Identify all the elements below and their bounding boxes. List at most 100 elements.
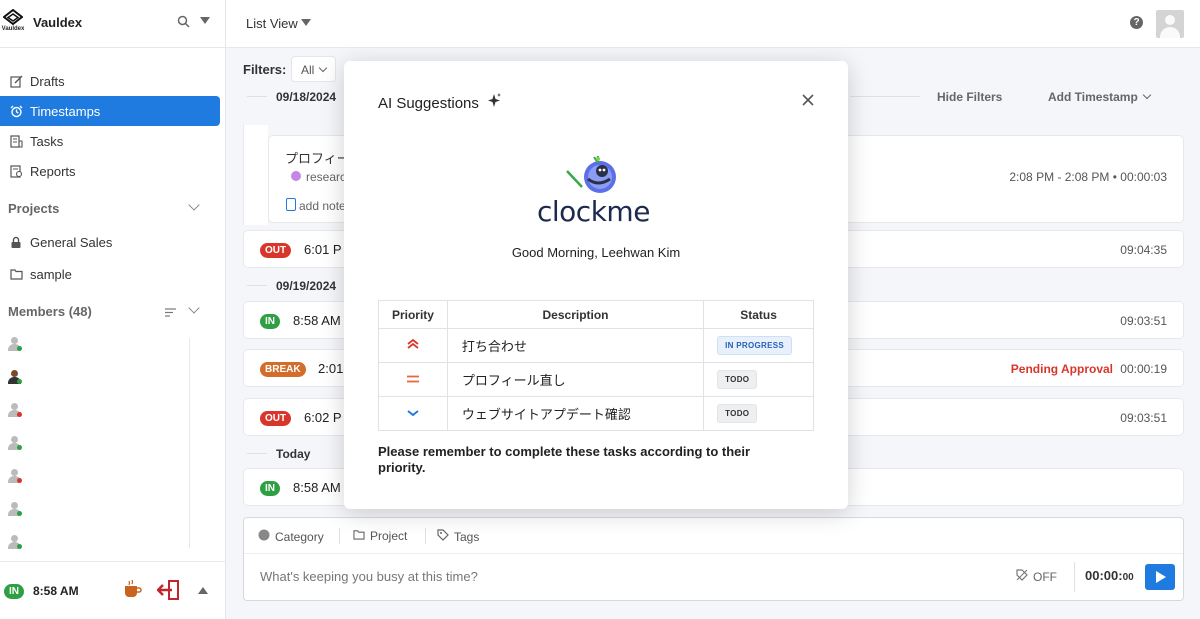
alarm-clock-icon <box>8 103 24 119</box>
workspace-dropdown-icon[interactable] <box>200 17 210 24</box>
sidebar-item-drafts[interactable]: Drafts <box>0 66 220 96</box>
members-section-title: Members (48) <box>8 304 92 319</box>
status-cell: IN PROGRESS <box>703 328 814 363</box>
entry-title: プロフィー <box>285 151 350 166</box>
member-avatar[interactable] <box>7 336 23 352</box>
clock-out-icon[interactable] <box>156 579 181 604</box>
entry-duration: 00:00:19 <box>1120 362 1167 376</box>
sort-icon[interactable] <box>165 305 176 320</box>
sidebar-item-timestamps[interactable]: Timestamps <box>0 96 220 126</box>
table-row[interactable]: 打ち合わせ IN PROGRESS <box>378 328 814 363</box>
timer-main: 00:00: <box>1085 568 1123 583</box>
priority-high-icon <box>406 338 420 353</box>
entry-duration: 09:04:35 <box>1120 243 1167 257</box>
lock-icon <box>8 234 24 250</box>
report-icon <box>8 163 24 179</box>
filters-label: Filters: <box>243 62 287 77</box>
member-avatar[interactable] <box>7 534 23 550</box>
status-cell: TODO <box>703 362 814 397</box>
entry-duration: 09:03:51 <box>1120 411 1167 425</box>
entry-time: 8:58 AM <box>293 313 341 328</box>
entry-duration: 09:03:51 <box>1120 314 1167 328</box>
entry-time: 8:58 AM <box>293 480 341 495</box>
billable-toggle[interactable]: OFF <box>1016 569 1057 584</box>
close-icon[interactable] <box>800 92 816 108</box>
composer-toolbar: Category Project Tags <box>244 518 1183 554</box>
entry-time: 6:02 P <box>304 410 342 425</box>
hide-filters-button[interactable]: Hide Filters <box>937 90 1002 104</box>
add-note-link[interactable]: add note <box>299 199 346 213</box>
status-badge: TODO <box>717 404 758 423</box>
view-dropdown-icon[interactable] <box>301 19 311 26</box>
status-badge: IN <box>260 481 280 496</box>
suggestions-table: Priority Description Status 打ち合わせ IN PRO… <box>378 300 814 431</box>
help-icon[interactable]: ? <box>1130 16 1143 29</box>
status-badge: OUT <box>260 411 292 426</box>
status-cell: TODO <box>703 396 814 431</box>
activity-input[interactable]: What's keeping you busy at this time? <box>260 569 478 584</box>
divider <box>247 96 267 97</box>
ai-suggestions-modal: AI Suggestions clockme Good Morning, Lee… <box>344 61 848 509</box>
priority-column-header: Priority <box>378 300 448 329</box>
projects-section-title: Projects <box>8 201 60 216</box>
priority-low-icon <box>406 406 420 421</box>
status-badge: IN <box>260 314 280 329</box>
member-avatar[interactable] <box>7 501 23 517</box>
category-selector[interactable]: Category <box>258 529 324 544</box>
date-header: 09/18/2024 <box>276 90 337 104</box>
user-avatar[interactable] <box>1156 10 1184 38</box>
project-label: Project <box>370 529 408 543</box>
start-timer-button[interactable] <box>1145 564 1175 590</box>
pending-approval-status: Pending Approval <box>1010 362 1113 376</box>
tags-selector[interactable]: Tags <box>437 529 479 544</box>
member-avatar[interactable] <box>7 369 23 385</box>
table-row[interactable]: プロフィール直し TODO <box>378 362 814 397</box>
task-description: 打ち合わせ <box>446 328 705 363</box>
date-header: Today <box>276 447 311 461</box>
timer-display: 00:00:00 <box>1085 568 1134 583</box>
member-avatar[interactable] <box>7 402 23 418</box>
priority-cell <box>378 328 448 363</box>
status-column-header: Status <box>703 300 814 329</box>
filter-dropdown[interactable]: All <box>291 56 336 82</box>
view-selector[interactable]: List View <box>246 16 298 31</box>
sidebar-item-label: sample <box>30 266 72 282</box>
sidebar-item-tasks[interactable]: Tasks <box>0 126 220 156</box>
chevron-down-icon[interactable] <box>188 302 200 314</box>
divider <box>247 285 267 286</box>
time-range: 2:08 PM - 2:08 PM • 00:00:03 <box>1009 170 1167 184</box>
member-avatar[interactable] <box>7 468 23 484</box>
filter-value: All <box>301 63 315 77</box>
sidebar-item-sample[interactable]: sample <box>0 259 220 289</box>
chevron-up-icon[interactable] <box>198 587 208 594</box>
search-icon[interactable] <box>177 15 190 31</box>
entry-time: 6:01 P <box>304 242 342 257</box>
sidebar-item-reports[interactable]: Reports <box>0 156 220 186</box>
folder-icon <box>353 529 365 543</box>
folder-icon <box>8 266 24 282</box>
coffee-break-icon[interactable] <box>122 579 144 602</box>
project-selector[interactable]: Project <box>353 529 407 543</box>
priority-medium-icon <box>406 372 420 387</box>
timer-seconds: 00 <box>1122 572 1134 583</box>
member-avatar[interactable] <box>7 435 23 451</box>
sidebar-item-general-sales[interactable]: General Sales <box>0 227 220 257</box>
chevron-down-icon[interactable] <box>188 199 200 211</box>
add-timestamp-button[interactable]: Add Timestamp <box>1048 90 1152 104</box>
billable-label: OFF <box>1033 569 1057 584</box>
divider <box>850 96 920 97</box>
entry-tag: researc <box>306 170 347 184</box>
table-header-row: Priority Description Status <box>378 300 814 329</box>
description-column-header: Description <box>446 300 705 329</box>
status-badge: BREAK <box>260 362 306 377</box>
workspace-header[interactable]: Vauldex Vauldex <box>0 0 226 48</box>
chevron-down-icon <box>319 63 328 73</box>
task-description: プロフィール直し <box>446 362 705 397</box>
chevron-down-icon <box>1142 90 1152 100</box>
no-price-tag-icon <box>1016 569 1028 584</box>
sidebar-item-label: Timestamps <box>30 103 101 119</box>
table-row[interactable]: ウェブサイトアプデート確認 TODO <box>378 396 814 431</box>
entry-time: 2:01 <box>318 361 344 376</box>
tag-color-dot <box>291 171 301 181</box>
timestamp-composer: Category Project Tags What's keeping you… <box>243 517 1184 601</box>
